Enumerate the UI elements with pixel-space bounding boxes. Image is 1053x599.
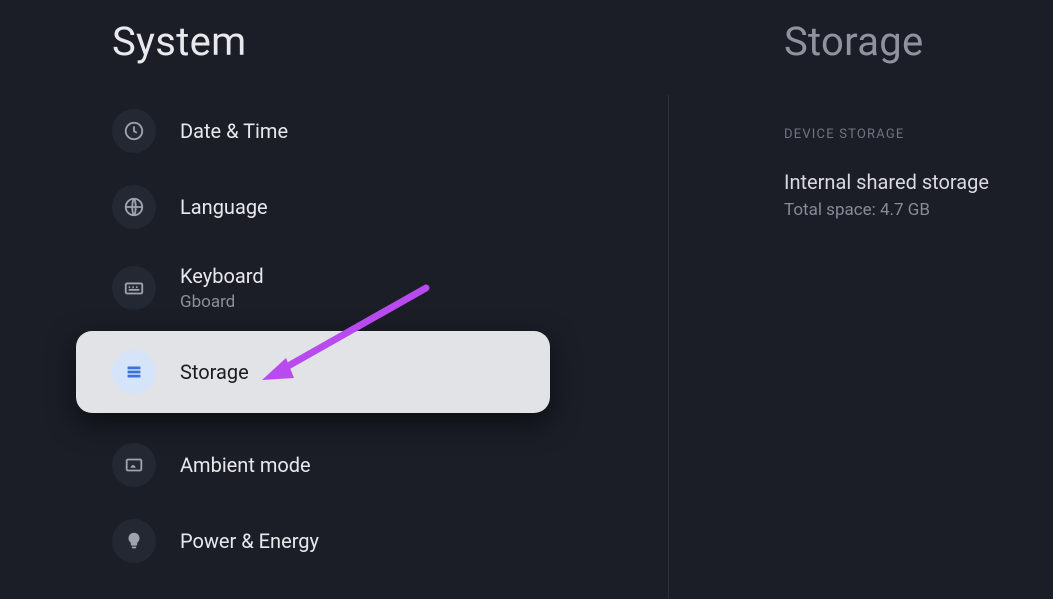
globe-icon: [112, 185, 156, 229]
menu-label: Date & Time: [180, 119, 288, 143]
menu-item-date-time[interactable]: Date & Time: [0, 93, 670, 169]
menu-label: Language: [180, 195, 268, 219]
menu-item-language[interactable]: Language: [0, 169, 670, 245]
storage-detail-panel: Storage DEVICE STORAGE Internal shared s…: [670, 0, 1053, 599]
menu-label: Power & Energy: [180, 529, 319, 553]
menu-item-storage[interactable]: Storage: [76, 331, 550, 413]
menu-item-power-energy[interactable]: Power & Energy: [0, 503, 670, 579]
storage-name: Internal shared storage: [784, 170, 1053, 194]
storage-subtext: Total space: 4.7 GB: [784, 200, 1053, 220]
menu-item-ambient-mode[interactable]: Ambient mode: [0, 427, 670, 503]
menu-item-keyboard[interactable]: Keyboard Gboard: [0, 245, 670, 331]
storage-icon: [112, 350, 156, 394]
menu-sublabel: Gboard: [180, 292, 264, 312]
bulb-icon: [112, 519, 156, 563]
keyboard-icon: [112, 266, 156, 310]
storage-entry-internal[interactable]: Internal shared storage Total space: 4.7…: [784, 170, 1053, 220]
ambient-icon: [112, 443, 156, 487]
panel-divider: [668, 95, 669, 599]
section-header-device-storage: DEVICE STORAGE: [784, 127, 1053, 142]
menu-label: Keyboard: [180, 264, 264, 288]
menu-label: Ambient mode: [180, 453, 311, 477]
page-title-system: System: [112, 18, 670, 65]
system-menu-list: Date & Time Language: [0, 93, 670, 579]
system-settings-panel: System Date & Time: [0, 0, 670, 599]
menu-label: Storage: [180, 360, 249, 384]
clock-icon: [112, 109, 156, 153]
page-title-storage: Storage: [784, 18, 1053, 65]
